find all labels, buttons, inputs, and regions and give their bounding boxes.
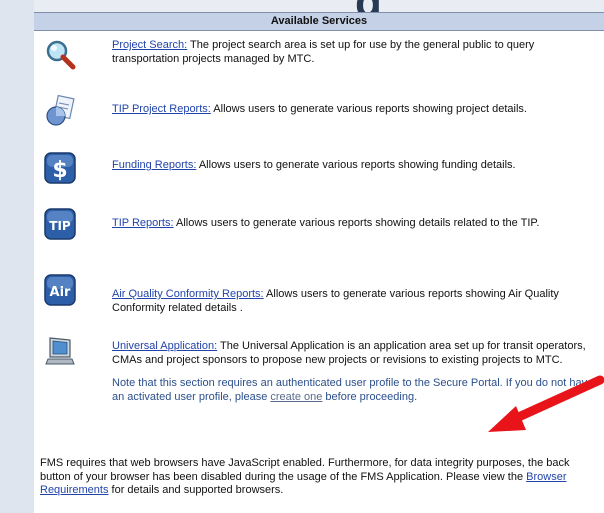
service-description: Air Quality Conformity Reports: Allows u… (112, 288, 559, 314)
tip-reports-link[interactable]: TIP Reports: (112, 217, 174, 229)
svg-text:$: $ (52, 158, 67, 183)
air-quality-reports-link[interactable]: Air Quality Conformity Reports: (112, 288, 264, 300)
svg-text:TIP: TIP (49, 219, 71, 233)
computer-icon[interactable] (44, 335, 76, 367)
dollar-icon[interactable]: $ (44, 152, 76, 184)
panel-title: Available Services (34, 12, 604, 31)
service-description: Project Search: The project search area … (112, 39, 535, 65)
project-search-link[interactable]: Project Search: (112, 39, 187, 51)
tip-icon[interactable]: TIP (44, 208, 76, 240)
browser-requirements-footer: FMS requires that web browsers have Java… (40, 457, 570, 496)
tip-project-reports-link[interactable]: TIP Project Reports: (112, 103, 211, 115)
red-arrow-annotation (488, 375, 604, 432)
air-icon[interactable]: Air (44, 274, 76, 306)
funding-reports-link[interactable]: Funding Reports: (112, 159, 196, 171)
service-description: Funding Reports: Allows users to generat… (112, 159, 516, 171)
page-background-strip (0, 0, 34, 513)
service-description: TIP Reports: Allows users to generate va… (112, 217, 540, 229)
magnifier-icon[interactable] (44, 39, 76, 71)
svg-text:Air: Air (50, 285, 72, 300)
universal-application-link[interactable]: Universal Application: (112, 340, 217, 352)
report-documents-icon[interactable] (44, 94, 76, 127)
create-one-link[interactable]: create one (270, 391, 322, 403)
service-description: TIP Project Reports: Allows users to gen… (112, 103, 527, 115)
